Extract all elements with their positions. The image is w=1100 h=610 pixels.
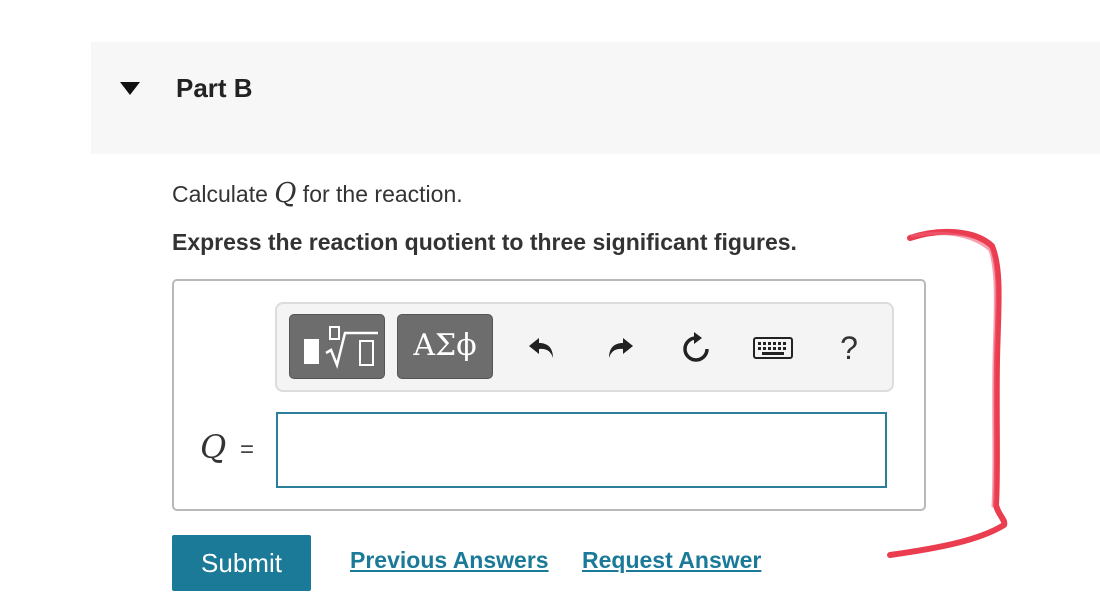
submit-button[interactable]: Submit [172,535,311,591]
question-instruction: Express the reaction quotient to three s… [172,229,797,255]
collapse-triangle-icon[interactable] [120,82,140,95]
templates-radical-icon [325,326,378,369]
templates-box-icon [304,339,319,364]
red-bracket-annotation [887,228,1008,558]
question-text: Calculate Q for the reaction. [172,178,463,209]
symbols-button[interactable]: ΑΣϕ [397,314,493,379]
request-answer-link[interactable]: Request Answer [582,547,761,574]
part-title: Part B [176,73,253,103]
question-suffix: for the reaction. [296,181,463,207]
undo-button[interactable] [524,326,560,370]
equals-sign: = [240,436,255,463]
undo-icon [529,338,553,358]
answer-input[interactable] [276,412,887,488]
templates-button[interactable] [289,314,385,379]
answer-variable-label: Q [200,428,227,466]
help-button[interactable]: ? [834,326,864,370]
keyboard-icon [753,337,793,359]
keyboard-button[interactable] [752,326,794,370]
reset-button[interactable] [678,326,714,370]
question-variable: Q [274,178,297,209]
previous-answers-link[interactable]: Previous Answers [350,547,549,574]
reset-icon [683,332,709,362]
redo-icon [609,338,633,358]
redo-button[interactable] [602,326,638,370]
question-prefix: Calculate [172,181,275,207]
